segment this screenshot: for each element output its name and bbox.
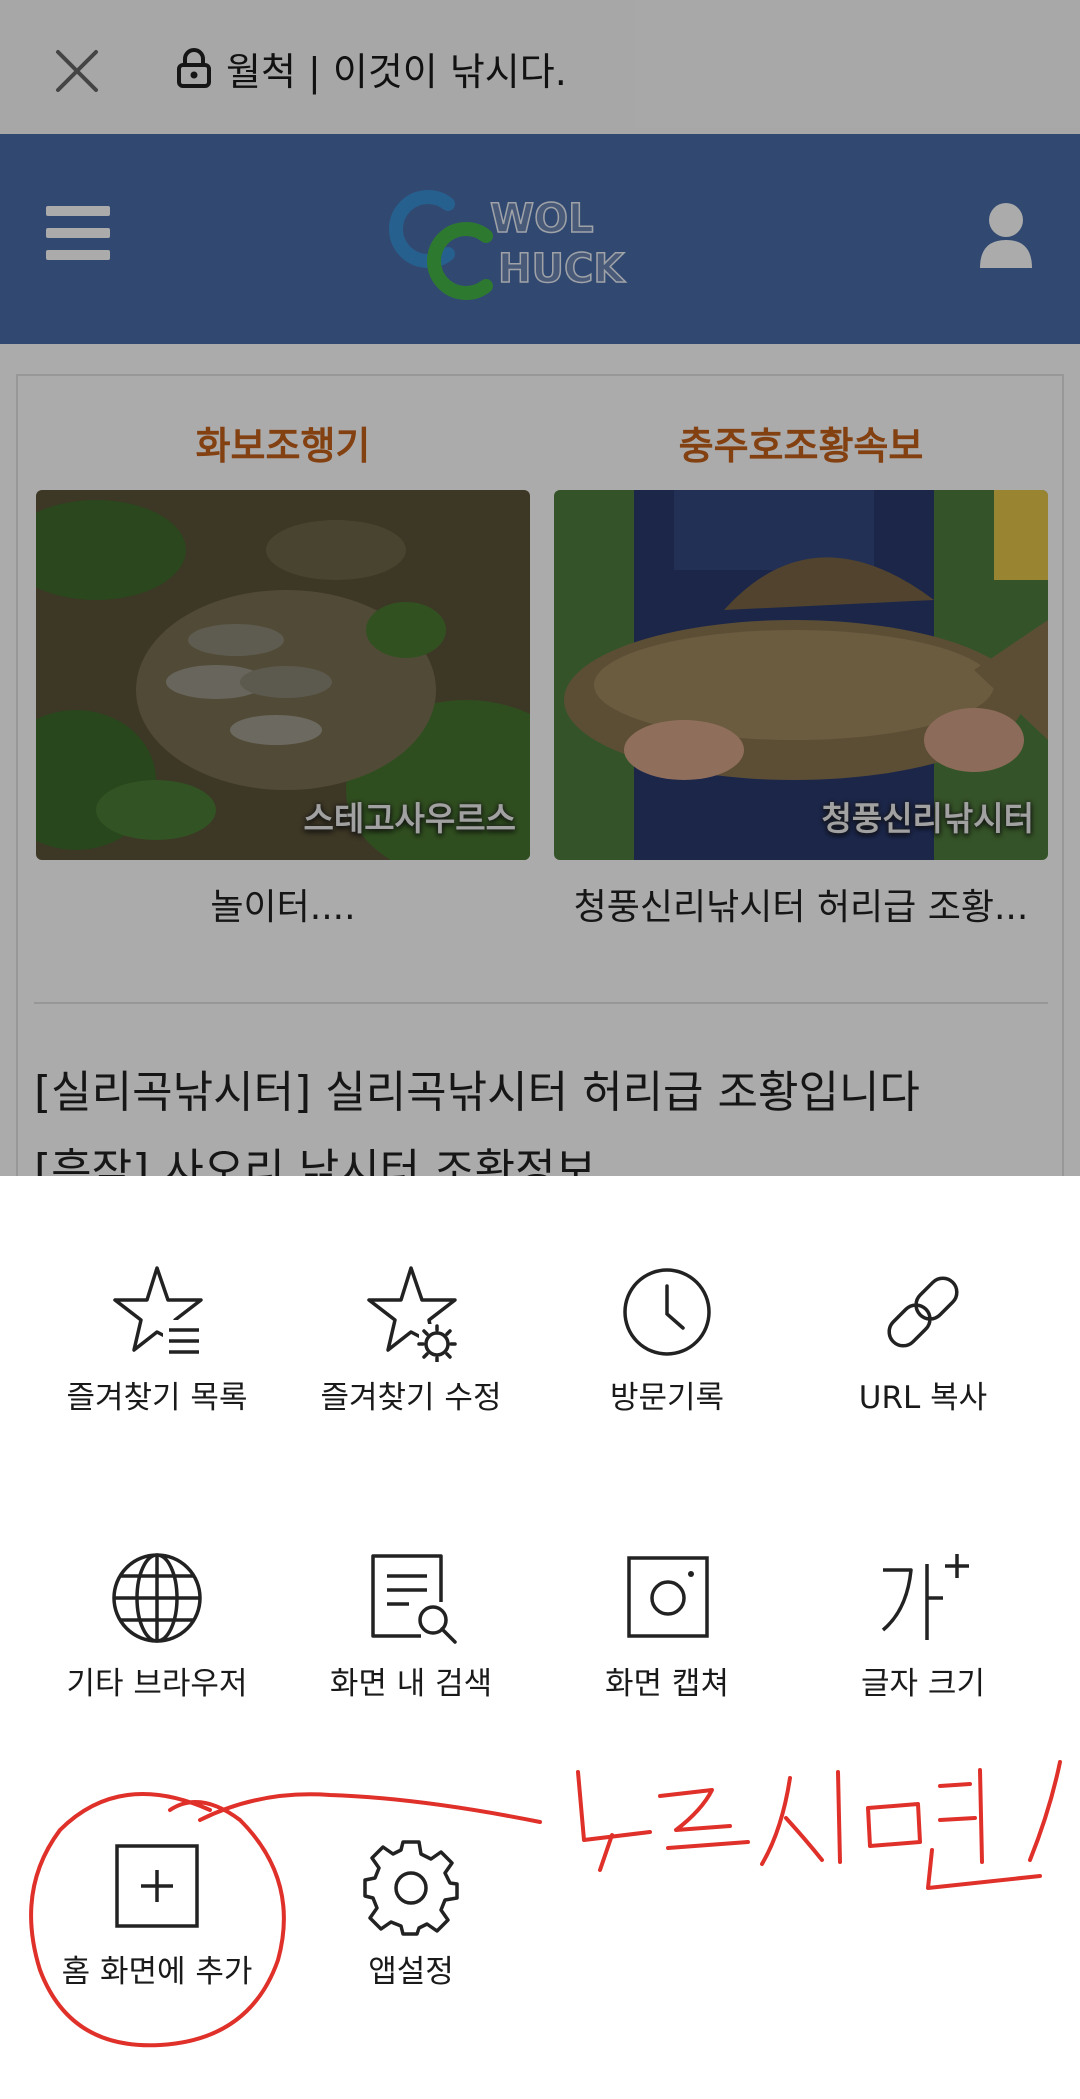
menu-item-bookmark-edit[interactable]: 즐겨찾기 수정 <box>284 1262 538 1482</box>
globe-icon <box>112 1553 202 1643</box>
document-search-icon <box>371 1554 457 1644</box>
menu-item-history[interactable]: 방문기록 <box>540 1262 794 1482</box>
menu-item-font-size[interactable]: 글자 크기 <box>796 1548 1050 1768</box>
star-list-icon <box>113 1266 207 1362</box>
menu-label: 기타 브라우저 <box>66 1666 248 1702</box>
menu-label: 즐겨찾기 목록 <box>66 1380 248 1416</box>
menu-item-screen-capture[interactable]: 화면 캡쳐 <box>540 1548 794 1768</box>
menu-label: 홈 화면에 추가 <box>61 1954 253 1990</box>
menu-label: 앱설정 <box>368 1954 454 1990</box>
menu-item-other-browser[interactable]: 기타 브라우저 <box>30 1548 284 1768</box>
menu-label: 즐겨찾기 수정 <box>320 1380 502 1416</box>
link-icon <box>887 1276 959 1348</box>
menu-label: 글자 크기 <box>861 1666 985 1702</box>
gear-icon <box>363 1840 459 1936</box>
menu-label: 화면 캡쳐 <box>605 1666 729 1702</box>
menu-item-find-in-page[interactable]: 화면 내 검색 <box>284 1548 538 1768</box>
menu-item-copy-url[interactable]: URL 복사 <box>796 1262 1050 1482</box>
star-gear-icon <box>367 1266 461 1362</box>
browser-menu-sheet: 즐겨찾기 목록 즐겨찾기 수정 방문기록 URL 복사 기타 브라우저 화면 내… <box>0 1176 1080 2099</box>
clock-icon <box>623 1268 711 1356</box>
menu-label: URL 복사 <box>858 1380 988 1416</box>
dim-overlay[interactable] <box>0 0 1080 1176</box>
menu-item-add-to-home[interactable]: 홈 화면에 추가 <box>30 1836 284 2056</box>
menu-item-app-settings[interactable]: 앱설정 <box>284 1836 538 2056</box>
menu-label: 화면 내 검색 <box>329 1666 493 1702</box>
camera-icon <box>627 1556 709 1638</box>
plus-square-icon <box>115 1844 199 1928</box>
font-size-icon <box>881 1554 969 1640</box>
menu-label: 방문기록 <box>609 1380 725 1416</box>
menu-item-bookmark-list[interactable]: 즐겨찾기 목록 <box>30 1262 284 1482</box>
